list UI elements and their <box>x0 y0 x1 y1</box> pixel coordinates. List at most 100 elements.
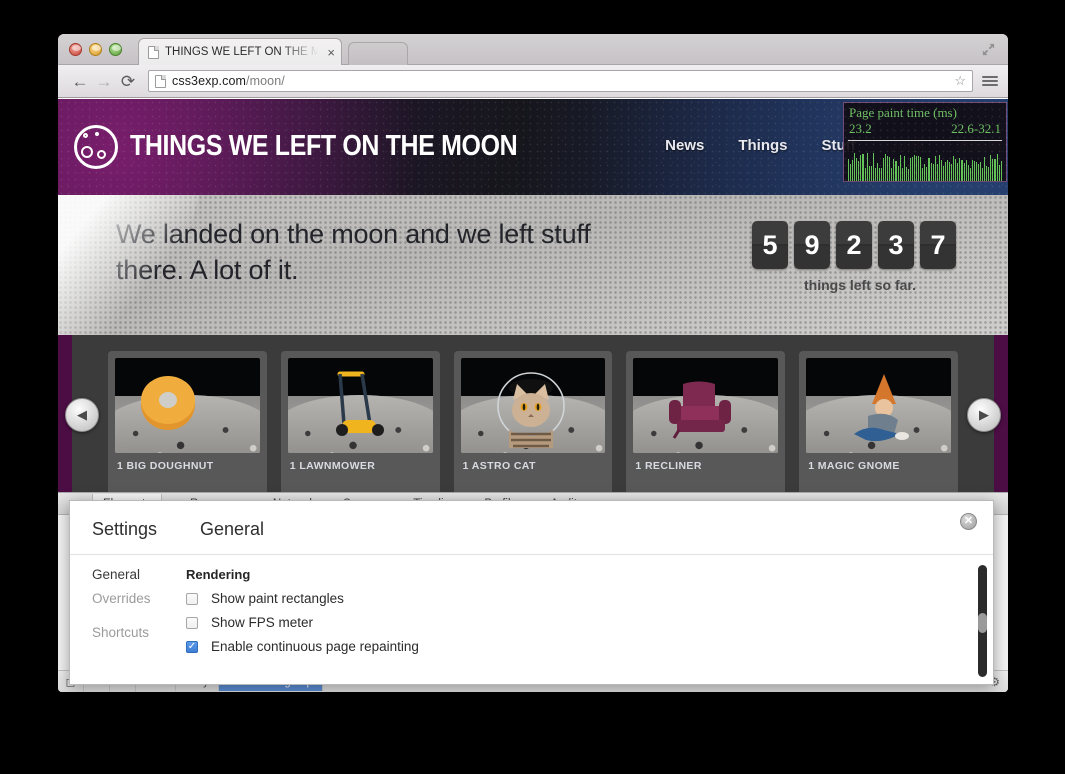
paint-graph-bar <box>947 159 949 181</box>
rendering-section-label: Rendering <box>186 567 251 582</box>
nav-link-things[interactable]: Things <box>738 137 787 154</box>
lawnmower-image <box>335 371 384 436</box>
paint-graph-bar <box>878 168 880 181</box>
paint-graph-bar <box>909 157 911 181</box>
browser-tabstrip: THINGS WE LEFT ON THE M × <box>58 34 1008 65</box>
moon-logo-icon <box>74 125 118 169</box>
paint-graph-bar <box>899 154 901 181</box>
card-thumbnail <box>460 358 606 453</box>
option-show-paint-rectangles[interactable]: Show paint rectangles <box>186 591 993 606</box>
option-label: Show paint rectangles <box>211 591 344 606</box>
settings-sidebar-item-shortcuts[interactable]: Shortcuts <box>92 625 178 640</box>
reload-button[interactable]: ⟳ <box>116 73 140 90</box>
site-info-icon <box>155 74 166 88</box>
tab-close-icon[interactable]: × <box>327 46 335 59</box>
paint-graph-bar <box>934 156 936 181</box>
card-label: 1 BIG DOUGHNUT <box>117 460 214 472</box>
paint-graph-bar <box>944 161 946 181</box>
option-show-fps-meter[interactable]: Show FPS meter <box>186 615 993 630</box>
settings-dialog: Settings General ✕ General Overrides Sho… <box>69 500 994 685</box>
new-tab-button[interactable] <box>348 42 408 65</box>
paint-graph-bar <box>885 154 887 181</box>
carousel-card[interactable]: 1 RECLINER <box>626 351 786 495</box>
card-label: 1 MAGIC GNOME <box>808 460 900 472</box>
paint-time-values: 23.2 22.6-32.1 <box>844 121 1006 137</box>
paint-graph-bar <box>959 157 961 181</box>
paint-graph-bar <box>930 162 932 181</box>
paint-graph-bar <box>889 157 891 181</box>
page-icon <box>148 45 159 59</box>
url-path: /moon/ <box>246 74 285 88</box>
paint-graph-bar <box>876 162 878 181</box>
carousel-card[interactable]: 1 BIG DOUGHNUT <box>108 351 267 495</box>
tab-title: THINGS WE LEFT ON THE M <box>165 46 321 58</box>
paint-graph-bar <box>932 164 934 181</box>
paint-graph-bar <box>953 155 955 181</box>
carousel-card[interactable]: 1 ASTRO CAT <box>453 351 613 495</box>
checkbox-show-fps-meter[interactable] <box>186 616 198 629</box>
paint-graph-bar <box>883 158 885 181</box>
window-close-button[interactable] <box>69 43 82 56</box>
paint-graph-bar <box>911 157 913 181</box>
fullscreen-icon[interactable] <box>981 42 996 57</box>
carousel-card[interactable]: 1 MAGIC GNOME <box>799 351 958 495</box>
window-minimize-button[interactable] <box>89 43 102 56</box>
magic-gnome-image <box>854 374 910 442</box>
paint-graph-bar <box>1000 161 1002 181</box>
settings-pane-title: General <box>200 519 265 539</box>
settings-content: Rendering Show paint rectangles Show FPS… <box>178 567 993 663</box>
paint-graph-bar <box>862 154 864 181</box>
settings-dialog-body: General Overrides Shortcuts Rendering Sh… <box>70 554 993 663</box>
checkbox-show-paint-rectangles[interactable] <box>186 592 198 605</box>
paint-graph-bar <box>996 154 998 181</box>
paint-graph-bar <box>881 167 883 181</box>
card-thumbnail <box>287 358 433 453</box>
things-counter: 5 9 2 3 7 <box>752 221 956 269</box>
paint-graph-bar <box>872 153 874 181</box>
close-icon[interactable]: ✕ <box>960 513 977 530</box>
carousel-prev-button[interactable]: ◀ <box>65 398 99 432</box>
browser-tab-active[interactable]: THINGS WE LEFT ON THE M × <box>138 38 342 65</box>
option-enable-continuous-page-repainting[interactable]: ✓ Enable continuous page repainting <box>186 639 993 654</box>
card-label: 1 ASTRO CAT <box>462 460 536 472</box>
checkbox-enable-continuous-page-repainting[interactable]: ✓ <box>186 640 198 653</box>
carousel-next-button[interactable]: ▶ <box>967 398 1001 432</box>
paint-graph-bar <box>887 156 889 181</box>
window-maximize-button[interactable] <box>109 43 122 56</box>
paint-graph-bar <box>924 163 926 181</box>
paint-time-current: 23.2 <box>849 121 872 136</box>
paint-graph-bar <box>854 153 856 181</box>
paint-graph-bar <box>961 159 963 181</box>
hamburger-menu-icon[interactable] <box>982 76 998 86</box>
settings-sidebar-item-overrides[interactable]: Overrides <box>92 591 178 606</box>
forward-button[interactable]: → <box>92 73 116 90</box>
paint-graph-bar <box>940 160 942 181</box>
paint-graph-bar <box>860 155 862 181</box>
settings-dialog-header: Settings General <box>70 501 993 540</box>
browser-toolbar: ← → ⟳ css3exp.com/moon/ ☆ <box>58 65 1008 98</box>
paint-time-title: Page paint time (ms) <box>849 105 957 120</box>
settings-sidebar-item-general[interactable]: General <box>92 567 178 582</box>
paint-graph-bar <box>942 165 944 181</box>
nav-link-news[interactable]: News <box>665 137 704 154</box>
option-label: Show FPS meter <box>211 615 314 630</box>
bookmark-star-icon[interactable]: ☆ <box>954 73 966 89</box>
paint-graph-bar <box>973 160 975 181</box>
paint-graph-bar <box>957 163 959 181</box>
paint-divider <box>848 140 1002 141</box>
carousel-card[interactable]: 1 LAWNMOWER <box>280 351 440 495</box>
paint-graph-bar <box>897 165 899 181</box>
back-button[interactable]: ← <box>68 73 92 90</box>
paint-graph-bar <box>868 165 870 181</box>
counter-digit: 5 <box>752 221 788 269</box>
address-bar-url: css3exp.com/moon/ <box>172 74 285 88</box>
settings-scrollbar[interactable] <box>978 565 987 677</box>
address-bar[interactable]: css3exp.com/moon/ ☆ <box>148 70 973 92</box>
paint-graph-bar <box>907 168 909 181</box>
settings-scrollbar-thumb[interactable] <box>978 613 987 633</box>
paint-graph-bar <box>918 155 920 181</box>
card-label: 1 RECLINER <box>635 460 702 472</box>
card-label: 1 LAWNMOWER <box>289 460 376 472</box>
counter-digit: 3 <box>878 221 914 269</box>
paint-graph-bar <box>895 161 897 181</box>
